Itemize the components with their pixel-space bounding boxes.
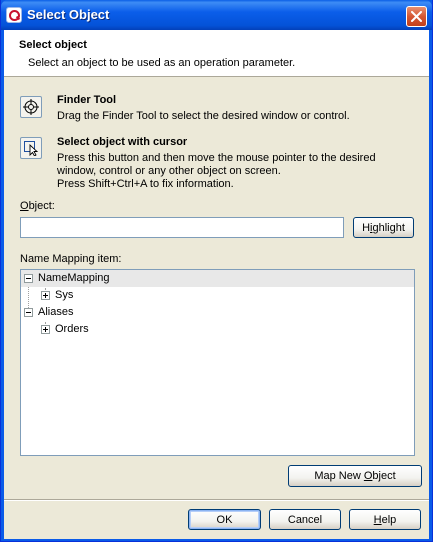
expand-icon[interactable] <box>41 325 50 334</box>
object-label-text: bject: <box>28 200 55 212</box>
cancel-label: Cancel <box>287 513 323 526</box>
name-mapping-label: Name Mapping item: <box>20 253 122 265</box>
expand-icon[interactable] <box>41 291 50 300</box>
tree-item-aliases[interactable]: Aliases <box>21 304 414 321</box>
tree-item-label: Sys <box>55 289 74 301</box>
finder-tool-title: Finder Tool <box>57 94 117 106</box>
footer-separator <box>4 499 429 501</box>
cursor-select-description: Press this button and then move the mous… <box>57 152 397 191</box>
map-new-object-button[interactable]: Map New Object <box>288 465 422 487</box>
close-button[interactable] <box>406 6 427 27</box>
help-label-end: elp <box>381 513 397 526</box>
tree-item-label: Orders <box>55 323 89 335</box>
ok-button[interactable]: OK <box>188 509 261 530</box>
help-button[interactable]: Help <box>349 509 421 530</box>
highlight-label: Highlight <box>362 222 405 234</box>
close-icon <box>411 11 422 22</box>
highlight-button[interactable]: Highlight <box>353 217 414 238</box>
object-input[interactable] <box>20 217 344 238</box>
header-subtitle: Select an object to be used as an operat… <box>28 57 296 69</box>
header-title: Select object <box>19 39 87 51</box>
name-mapping-tree[interactable]: NameMapping Sys Aliases Orders <box>20 269 415 456</box>
window-title: Select Object <box>27 7 110 22</box>
map-new-object-label-end: bject <box>372 470 396 482</box>
highlight-label-end: ghlight <box>372 221 405 234</box>
collapse-icon[interactable] <box>24 308 33 317</box>
cursor-select-description-line: Press Shift+Ctrl+A to fix information. <box>57 178 234 190</box>
cursor-select-description-line: Press this button and then move the mous… <box>57 152 376 164</box>
cursor-select-title: Select object with cursor <box>57 136 188 148</box>
collapse-icon[interactable] <box>24 274 33 283</box>
tree-item-namemapping[interactable]: NameMapping <box>21 270 414 287</box>
crosshair-target-icon <box>23 99 39 115</box>
highlight-label-start: H <box>362 221 371 234</box>
tree-item-orders[interactable]: Orders <box>21 321 414 338</box>
tree-item-label: Aliases <box>38 306 74 318</box>
help-label: Help <box>374 514 397 526</box>
cursor-select-description-line: window, control or any other object on s… <box>57 165 281 177</box>
help-label-accel: H <box>373 513 382 526</box>
title-bar[interactable]: Select Object <box>1 0 432 30</box>
object-label: Object: <box>20 200 55 212</box>
map-new-object-label-start: Map New <box>314 470 364 482</box>
tree-item-sys[interactable]: Sys <box>21 287 414 304</box>
app-icon <box>6 7 22 23</box>
tree-item-label: NameMapping <box>38 272 110 284</box>
dialog-body: Select object Select an object to be use… <box>4 30 429 539</box>
object-label-accel: O <box>20 200 29 212</box>
dialog-window: Select Object Select object Select an ob… <box>0 0 433 542</box>
cursor-select-icon <box>24 141 39 156</box>
ok-label: OK <box>216 513 233 526</box>
header-panel: Select object Select an object to be use… <box>4 30 429 77</box>
cancel-button[interactable]: Cancel <box>269 509 341 530</box>
map-new-object-label: Map New Object <box>314 470 395 482</box>
finder-tool-button[interactable] <box>20 96 42 118</box>
finder-tool-description: Drag the Finder Tool to select the desir… <box>57 110 350 122</box>
select-with-cursor-button[interactable] <box>20 137 42 159</box>
